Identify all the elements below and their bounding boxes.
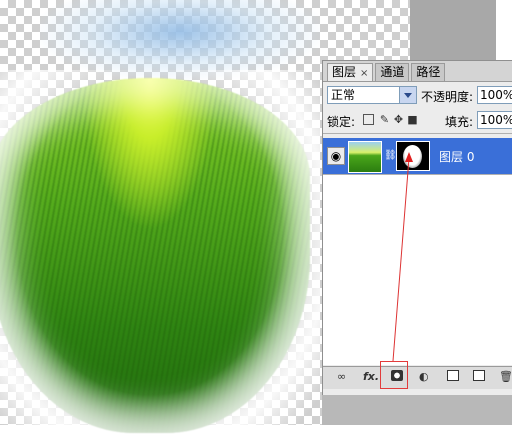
annotation-arrow xyxy=(392,152,413,362)
arrow-head xyxy=(405,152,413,162)
arrow-line xyxy=(392,157,410,362)
